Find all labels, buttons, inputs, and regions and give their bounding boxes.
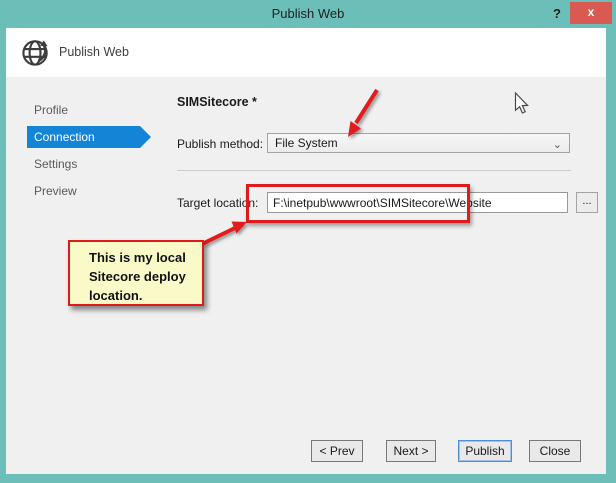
next-button[interactable]: Next > <box>386 440 436 462</box>
browse-button[interactable]: ... <box>576 192 598 213</box>
publish-web-dialog: Publish Web ? x Publish Web Profile Conn… <box>0 0 616 483</box>
sidebar-item-connection[interactable]: Connection <box>27 126 151 148</box>
publish-web-globe-icon <box>22 40 48 66</box>
sidebar: Profile Connection Settings Preview <box>27 99 151 207</box>
profile-name-heading: SIMSitecore * <box>177 95 257 109</box>
annotation-highlight-box <box>246 184 470 223</box>
dialog-header: Publish Web <box>6 28 606 77</box>
sidebar-item-label: Preview <box>34 184 77 198</box>
publish-method-value: File System <box>275 136 338 150</box>
close-dialog-button[interactable]: Close <box>529 440 581 462</box>
sidebar-item-profile[interactable]: Profile <box>27 99 140 121</box>
sidebar-item-preview[interactable]: Preview <box>27 180 140 202</box>
sidebar-item-label: Settings <box>34 157 78 171</box>
separator-line <box>177 170 571 171</box>
sidebar-item-label: Profile <box>34 103 69 117</box>
sidebar-item-label: Connection <box>34 130 95 144</box>
help-icon[interactable]: ? <box>548 3 566 24</box>
prev-button[interactable]: < Prev <box>311 440 363 462</box>
window-title: Publish Web <box>271 6 345 21</box>
publish-button[interactable]: Publish <box>458 440 512 462</box>
chevron-down-icon: ⌄ <box>552 139 562 151</box>
publish-method-label: Publish method: <box>177 137 264 151</box>
titlebar[interactable]: Publish Web ? x <box>0 0 616 28</box>
close-icon: x <box>587 5 595 19</box>
annotation-note: This is my local Sitecore deploy locatio… <box>68 240 204 306</box>
sidebar-item-settings[interactable]: Settings <box>27 153 140 175</box>
header-title: Publish Web <box>59 45 129 59</box>
annotation-note-text: This is my local Sitecore deploy locatio… <box>89 250 186 303</box>
publish-method-dropdown[interactable]: File System ⌄ <box>267 133 570 153</box>
close-button[interactable]: x <box>570 2 612 24</box>
